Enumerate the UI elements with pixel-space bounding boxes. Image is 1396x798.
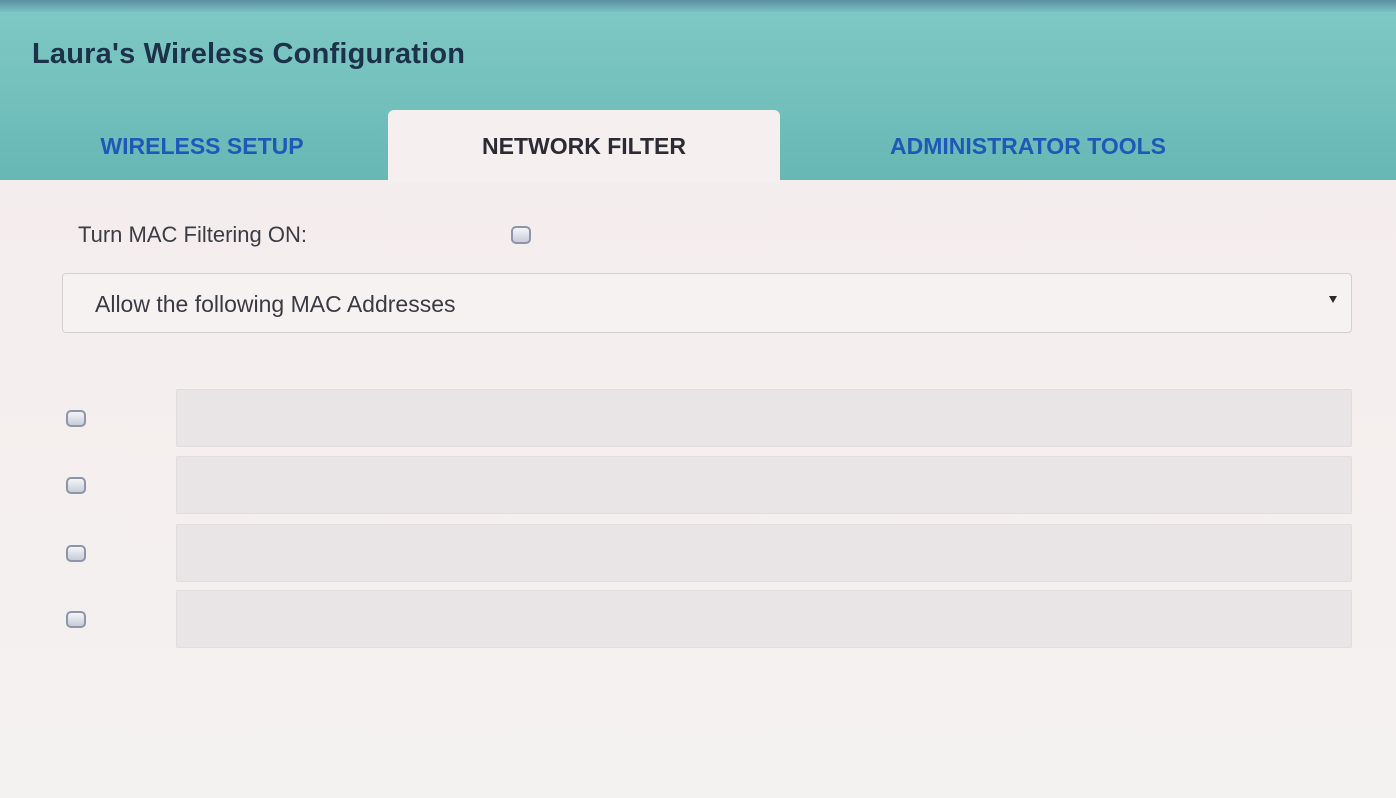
mac-address-row [0,389,1396,451]
mac-address-input[interactable] [176,524,1352,582]
tab-network-filter[interactable]: NETWORK FILTER [388,110,780,182]
mac-address-input[interactable] [176,456,1352,514]
dropdown-caret-icon [1329,296,1337,303]
app-window: Laura's Wireless Configuration WIRELESS … [0,0,1396,798]
tab-administrator-tools[interactable]: ADMINISTRATOR TOOLS [810,110,1246,182]
mac-filter-mode-select[interactable]: Allow the following MAC Addresses [62,273,1352,333]
mac-filter-mode-value: Allow the following MAC Addresses [95,291,456,317]
header-top-border [0,0,1396,12]
tab-wireless-setup[interactable]: WIRELESS SETUP [40,110,364,182]
mac-address-row [0,590,1396,652]
mac-address-row [0,524,1396,586]
mac-address-row-checkbox[interactable] [66,611,86,628]
mac-address-row-checkbox[interactable] [66,410,86,427]
mac-address-row [0,456,1396,518]
app-title: Laura's Wireless Configuration [32,38,466,70]
mac-filtering-checkbox[interactable] [511,226,531,244]
mac-address-input[interactable] [176,389,1352,447]
mac-address-row-checkbox[interactable] [66,477,86,494]
header-bar: Laura's Wireless Configuration WIRELESS … [0,0,1396,182]
mac-filtering-label: Turn MAC Filtering ON: [78,222,308,247]
mac-address-row-checkbox[interactable] [66,545,86,562]
mac-address-input[interactable] [176,590,1352,648]
